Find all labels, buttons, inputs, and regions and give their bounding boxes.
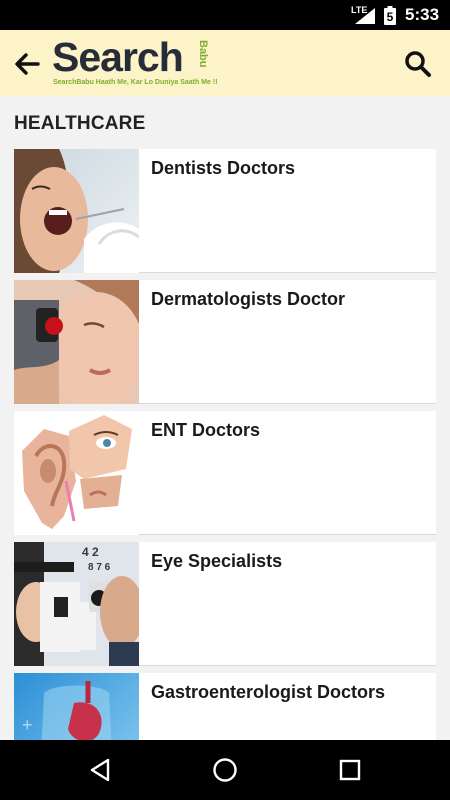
category-title: Eye Specialists <box>151 551 283 571</box>
logo-text: Search <box>52 34 184 80</box>
category-card-dentists[interactable]: Dentists Doctors <box>14 149 436 273</box>
system-nav-bar <box>0 740 450 800</box>
circle-home-icon <box>213 758 237 782</box>
search-button[interactable] <box>400 47 436 81</box>
triangle-back-icon <box>90 758 110 782</box>
category-card-dermatologists[interactable]: Dermatologists Doctor <box>14 280 436 404</box>
category-title: Gastroenterologist Doctors <box>151 682 386 702</box>
category-card-gastroenterologist[interactable]: + Gastroenterologist Doctors <box>14 673 436 740</box>
logo-tagline: SearchBabu Haath Me, Kar Lo Duniya Saath… <box>53 79 218 86</box>
nav-recents-button[interactable] <box>330 752 370 788</box>
logo-side-text: Babu <box>197 40 209 68</box>
svg-text:4 2: 4 2 <box>82 545 99 559</box>
signal-icon <box>355 8 375 24</box>
category-card-ent[interactable]: ENT Doctors <box>14 411 436 535</box>
status-bar: LTE 5 5:33 <box>0 0 450 30</box>
svg-text:+: + <box>22 715 33 735</box>
dentist-photo <box>14 149 139 273</box>
back-button[interactable] <box>10 47 44 81</box>
battery-level: 5 <box>387 10 394 24</box>
searchbabu-logo: Search Babu SearchBabu Haath Me, Kar Lo … <box>52 34 218 90</box>
category-list: Dentists Doctors Dermatologists Doctor E… <box>14 149 436 740</box>
nav-back-button[interactable] <box>80 752 120 788</box>
category-title: Dermatologists Doctor <box>151 289 346 309</box>
square-recents-icon <box>339 759 361 781</box>
app-bar: Search Babu SearchBabu Haath Me, Kar Lo … <box>0 30 450 96</box>
dermatologist-photo <box>14 280 139 404</box>
battery-icon: 5 <box>384 6 396 25</box>
category-card-eye-specialists[interactable]: 4 2 8 7 6 Eye Specialists <box>14 542 436 666</box>
search-icon <box>405 51 431 77</box>
category-title: Dentists Doctors <box>151 158 296 178</box>
arrow-left-icon <box>15 53 40 75</box>
svg-text:8 7 6: 8 7 6 <box>88 562 111 573</box>
eye-specialist-photo: 4 2 8 7 6 <box>14 542 139 666</box>
status-clock: 5:33 <box>405 5 440 24</box>
logo-side: Babu <box>196 40 210 72</box>
gastroenterologist-photo: + <box>14 673 139 740</box>
ent-photo <box>14 411 139 535</box>
section-title: HEALTHCARE <box>14 113 146 134</box>
nav-home-button[interactable] <box>205 752 245 788</box>
category-title: ENT Doctors <box>151 420 261 440</box>
